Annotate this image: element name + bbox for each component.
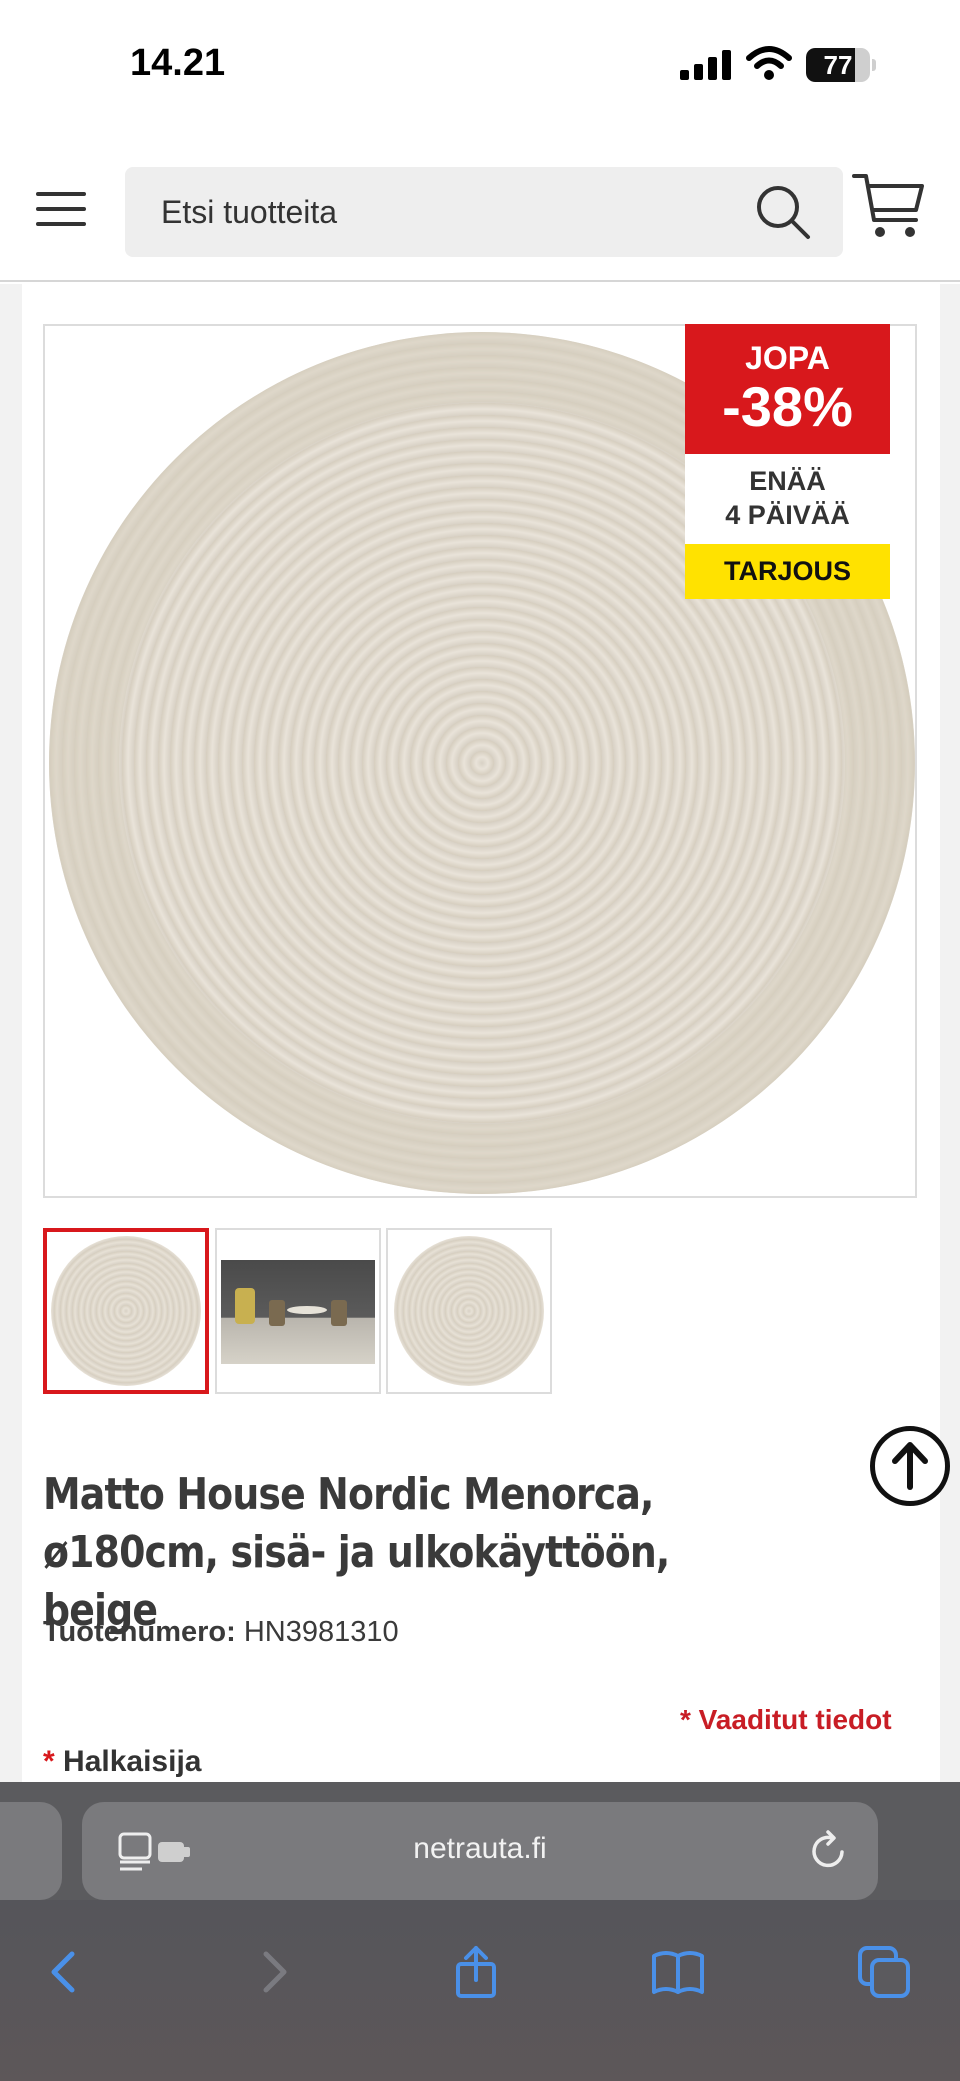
browser-toolbar: netrauta.fi: [0, 1782, 960, 2081]
forward-icon[interactable]: [246, 1944, 302, 2000]
shopping-cart-icon[interactable]: [850, 170, 926, 246]
required-fields-note: * Vaaditut tiedot: [680, 1704, 892, 1735]
promo-discount: -38%: [722, 375, 853, 438]
battery-icon: 77: [806, 48, 876, 82]
thumbnail-2[interactable]: [215, 1228, 381, 1394]
promo-jopa: JOPA: [745, 340, 830, 376]
promo-days: 4 PÄIVÄÄ: [725, 500, 850, 530]
outdoor-scene-image: [221, 1260, 375, 1364]
product-title: Matto House Nordic Menorca, ø180cm, sisä…: [43, 1469, 670, 1636]
search-icon[interactable]: [753, 182, 813, 242]
back-icon[interactable]: [36, 1944, 92, 2000]
product-sku: Tuotenumero: HN3981310: [43, 1616, 399, 1649]
status-bar: 14.21 77: [0, 0, 960, 130]
address-bar[interactable]: netrauta.fi: [82, 1802, 878, 1900]
diameter-label: * Halkaisija: [43, 1745, 201, 1779]
browser-nav-bar: [0, 1900, 960, 2081]
cellular-signal-icon: [680, 50, 731, 80]
hamburger-menu-icon[interactable]: [36, 188, 86, 230]
promo-tag: TARJOUS: [685, 544, 890, 599]
thumbnail-3[interactable]: [386, 1228, 552, 1394]
tabs-icon[interactable]: [856, 1944, 912, 2000]
required-asterisk: *: [43, 1745, 55, 1778]
search-placeholder: Etsi tuotteita: [161, 194, 338, 230]
sku-value: HN3981310: [243, 1616, 399, 1648]
page-margin-left: [0, 284, 22, 1784]
page-margin-right: [940, 284, 960, 1784]
bookmarks-icon[interactable]: [650, 1944, 706, 2000]
scroll-to-top-icon[interactable]: [870, 1426, 950, 1506]
reload-icon[interactable]: [808, 1830, 850, 1872]
promo-badge: JOPA -38% ENÄÄ 4 PÄIVÄÄ TARJOUS: [685, 324, 890, 599]
site-header: Etsi tuotteita: [0, 150, 960, 282]
sku-label: Tuotenumero:: [43, 1616, 236, 1648]
previous-tab[interactable]: [0, 1802, 62, 1900]
promo-enaa: ENÄÄ: [749, 466, 826, 496]
status-time: 14.21: [130, 42, 226, 84]
share-icon[interactable]: [448, 1944, 504, 2000]
search-input[interactable]: Etsi tuotteita: [125, 167, 843, 257]
diameter-label-text: Halkaisija: [63, 1745, 202, 1778]
thumbnail-1[interactable]: [43, 1228, 209, 1394]
battery-percent: 77: [823, 50, 853, 80]
wifi-icon: [746, 46, 792, 80]
address-url: netrauta.fi: [413, 1832, 547, 1865]
